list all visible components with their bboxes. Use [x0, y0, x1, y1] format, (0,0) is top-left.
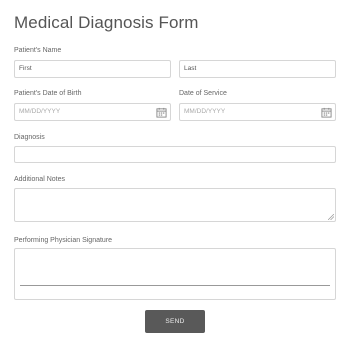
date-of-service-label: Date of Service [179, 90, 227, 97]
last-name-input[interactable]: Last [179, 60, 336, 78]
signature-label: Performing Physician Signature [14, 237, 113, 244]
diagnosis-input[interactable] [14, 146, 336, 163]
calendar-icon[interactable] [156, 107, 167, 118]
date-of-service-input[interactable]: MM/DD/YYYY [179, 103, 336, 121]
date-of-service-placeholder: MM/DD/YYYY [184, 108, 226, 115]
dob-input[interactable]: MM/DD/YYYY [14, 103, 171, 121]
signature-pad[interactable] [14, 248, 336, 300]
additional-notes-label: Additional Notes [14, 176, 65, 183]
first-name-input[interactable]: First [14, 60, 171, 78]
calendar-icon[interactable] [321, 107, 332, 118]
first-name-placeholder: First [19, 65, 32, 72]
signature-line [20, 285, 330, 286]
additional-notes-textarea[interactable] [14, 188, 336, 222]
form-title: Medical Diagnosis Form [14, 13, 199, 32]
resize-grip-icon[interactable] [328, 214, 334, 220]
dob-placeholder: MM/DD/YYYY [19, 108, 61, 115]
last-name-placeholder: Last [184, 65, 197, 72]
send-button[interactable]: SEND [145, 310, 205, 333]
patient-name-label: Patient's Name [14, 47, 62, 54]
diagnosis-label: Diagnosis [14, 134, 45, 141]
dob-label: Patient's Date of Birth [14, 90, 82, 97]
